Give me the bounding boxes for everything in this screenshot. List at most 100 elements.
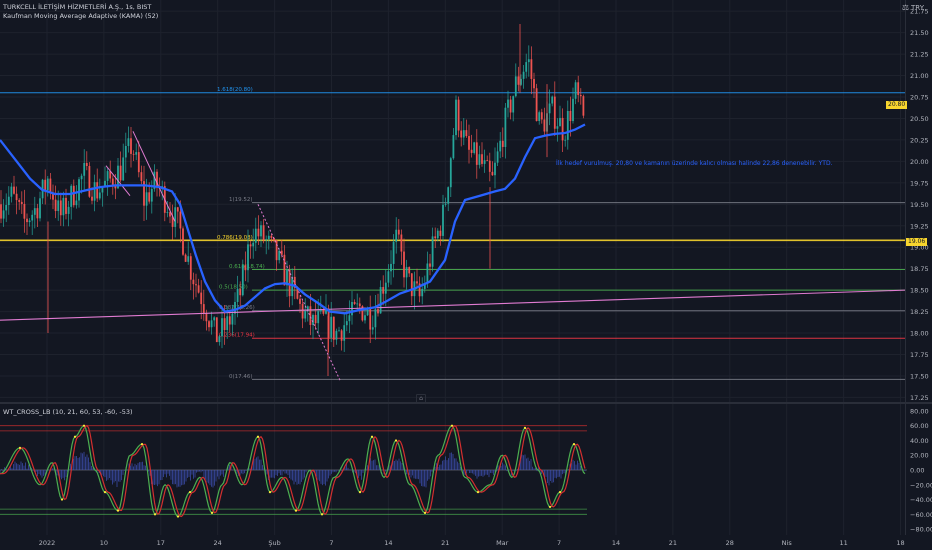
cross-dot: [18, 446, 22, 449]
candle-body: [176, 207, 179, 212]
candle-body: [517, 76, 520, 85]
x-tick-label: 7: [329, 539, 333, 547]
y-tick-label: 21.50: [910, 29, 929, 37]
candle-body: [93, 182, 96, 201]
price-badge-yellow: 19.06: [906, 238, 928, 246]
candle-body: [260, 225, 262, 237]
sub-y-tick-label: −20.00: [910, 481, 932, 489]
candle-body: [54, 199, 57, 212]
candle-body: [28, 220, 31, 223]
candle-body: [267, 235, 270, 240]
candle-body: [574, 82, 577, 99]
candle-body: [572, 98, 574, 122]
candle-body: [478, 154, 481, 165]
candle-body: [473, 142, 476, 153]
candle-body: [462, 130, 465, 138]
candle-body: [33, 208, 36, 215]
candle-body: [130, 138, 132, 154]
candle-body: [416, 281, 418, 284]
candle-body: [330, 316, 333, 338]
candle-body: [582, 96, 585, 116]
candle-body: [540, 112, 543, 120]
currency-icon: ⚖: [901, 3, 910, 12]
candle-body: [431, 236, 434, 267]
candle-body: [7, 196, 10, 205]
candle-body: [299, 298, 301, 304]
candle-body: [262, 225, 265, 241]
candle-body: [356, 303, 359, 305]
candle-body: [457, 99, 460, 131]
candle-body: [491, 171, 494, 176]
sub-y-tick-label: 80.00: [910, 407, 929, 415]
x-tick-label: 11: [839, 539, 847, 547]
candle-body: [512, 96, 515, 113]
candle-body: [340, 330, 343, 341]
candle-body: [85, 162, 88, 167]
candle-body: [184, 254, 187, 262]
fib-level-label: 0(17.46): [229, 374, 253, 380]
candle-body: [5, 204, 8, 211]
candle-body: [200, 292, 203, 305]
candle-body: [525, 62, 528, 72]
candle-body: [533, 78, 535, 89]
candle-body: [174, 207, 177, 227]
candle-body: [348, 315, 351, 322]
chart-canvas[interactable]: 2022 10 17 24 Şub 7 14 21 Mar 7 14 21 28 Nis 11 18 17.25…: [0, 0, 932, 550]
candle-body: [332, 316, 335, 340]
candle-body: [395, 229, 398, 242]
candle-body: [312, 314, 314, 325]
candle-body: [509, 99, 512, 113]
candle-body: [18, 200, 21, 202]
candle-body: [291, 276, 294, 297]
candle-body: [20, 201, 23, 205]
candle-body: [23, 204, 26, 219]
symbol-title: TURKCELL İLETİŞİM HİZMETLERİ A.Ş., 1s, B…: [3, 3, 152, 11]
cross-dot: [188, 491, 192, 494]
candle-body: [275, 240, 278, 261]
candle-body: [122, 157, 125, 181]
y-tick-label: 19.25: [910, 222, 929, 230]
candle-body: [538, 112, 541, 122]
candle-body: [127, 138, 130, 147]
cross-dot: [572, 443, 576, 446]
candle-body: [249, 244, 252, 247]
candle-body: [145, 192, 148, 206]
candle-body: [577, 82, 580, 96]
y-tick-label: 18.75: [910, 265, 929, 273]
candle-body: [132, 153, 135, 155]
candle-body: [210, 320, 213, 328]
currency-label[interactable]: ⚖ TRY: [902, 3, 924, 12]
candle-body: [403, 251, 405, 278]
cross-dot: [153, 513, 157, 516]
cross-dot: [476, 491, 480, 494]
y-tick-label: 20.00: [910, 158, 929, 166]
cross-dot: [176, 515, 180, 518]
candle-body: [444, 203, 447, 205]
candle-body: [96, 182, 99, 199]
candle-body: [439, 230, 442, 236]
expand-pane-icon[interactable]: ⌂: [416, 394, 426, 404]
candle-body: [70, 185, 73, 207]
candle-body: [301, 303, 304, 319]
candle-body: [67, 206, 70, 214]
candle-body: [44, 179, 47, 191]
cross-dot: [140, 443, 144, 446]
candle-body: [338, 330, 340, 332]
candle-body: [59, 200, 62, 216]
candle-body: [449, 158, 452, 188]
candle-body: [535, 88, 538, 122]
candle-body: [223, 318, 226, 331]
y-tick-label: 17.25: [910, 394, 929, 402]
candle-body: [530, 59, 533, 79]
candle-body: [481, 154, 483, 164]
y-tick-label: 19.75: [910, 179, 929, 187]
candle-body: [488, 160, 491, 172]
candle-body: [434, 236, 437, 239]
candle-body: [15, 193, 18, 201]
candle-body: [569, 110, 572, 122]
cross-dot: [523, 426, 527, 429]
candle-body: [236, 288, 239, 302]
candle-body: [189, 256, 192, 280]
cross-dot: [423, 511, 427, 514]
candle-body: [421, 288, 424, 297]
